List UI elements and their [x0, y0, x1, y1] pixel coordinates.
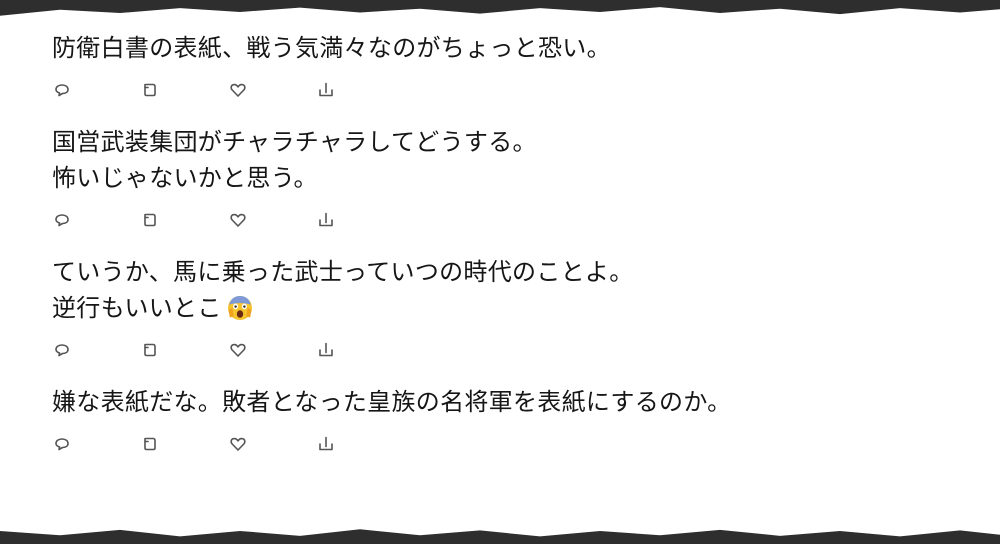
like-icon[interactable] — [228, 208, 316, 232]
retweet-icon[interactable] — [140, 338, 228, 362]
tweet-actions — [52, 338, 972, 362]
retweet-icon[interactable] — [140, 78, 228, 102]
tweet: 防衛白書の表紙、戦う気満々なのがちょっと恐い。 — [52, 30, 972, 102]
retweet-icon[interactable] — [140, 208, 228, 232]
share-icon[interactable] — [316, 432, 404, 456]
share-icon[interactable] — [316, 208, 404, 232]
tweet-actions — [52, 432, 972, 456]
share-icon[interactable] — [316, 78, 404, 102]
reply-icon[interactable] — [52, 208, 140, 232]
reply-icon[interactable] — [52, 338, 140, 362]
tweet-text: 防衛白書の表紙、戦う気満々なのがちょっと恐い。 — [52, 34, 611, 62]
like-icon[interactable] — [228, 338, 316, 362]
tweet-actions — [52, 208, 972, 232]
tweet: 国営武装集団がチャラチャラしてどうする。 怖いじゃないかと思う。 — [52, 124, 972, 232]
share-icon[interactable] — [316, 338, 404, 362]
tweet-actions — [52, 78, 972, 102]
reply-icon[interactable] — [52, 432, 140, 456]
tweet: 嫌な表紙だな。敗者となった皇族の名将軍を表紙にするのか。 — [52, 384, 972, 456]
tweet-text-with-emoji: ていうか、馬に乗った武士っていつの時代のことよ。 逆行もいいとこ — [52, 254, 972, 326]
like-icon[interactable] — [228, 432, 316, 456]
tweet-text: 国営武装集団がチャラチャラしてどうする。 怖いじゃないかと思う。 — [52, 128, 537, 192]
screenshot-paper: 防衛白書の表紙、戦う気満々なのがちょっと恐い。 国営武装集団がチャラチャラしてど… — [0, 7, 1000, 537]
tweet: ていうか、馬に乗った武士っていつの時代のことよ。 逆行もいいとこ — [52, 254, 972, 362]
retweet-icon[interactable] — [140, 432, 228, 456]
tweet-feed: 防衛白書の表紙、戦う気満々なのがちょっと恐い。 国営武装集団がチャラチャラしてど… — [52, 30, 972, 478]
reply-icon[interactable] — [52, 78, 140, 102]
screaming-face-emoji — [226, 293, 254, 321]
tweet-text: 嫌な表紙だな。敗者となった皇族の名将軍を表紙にするのか。 — [52, 388, 732, 416]
like-icon[interactable] — [228, 78, 316, 102]
tweet-text: ていうか、馬に乗った武士っていつの時代のことよ。 逆行もいいとこ — [52, 258, 634, 322]
